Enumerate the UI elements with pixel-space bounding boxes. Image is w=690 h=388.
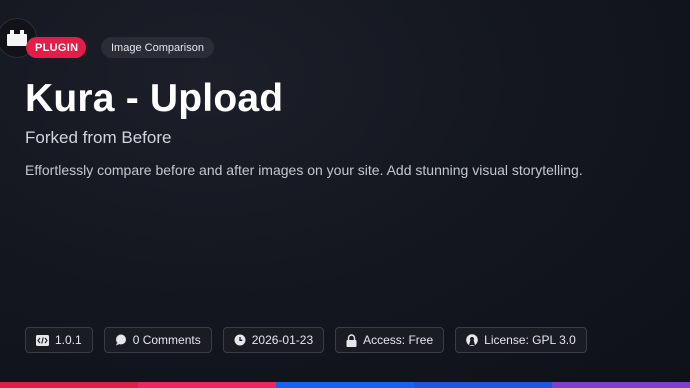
plugin-type-badge: PLUGIN: [26, 37, 87, 58]
access-label: Access: Free: [363, 333, 434, 347]
bar-segment: [138, 382, 276, 388]
page-title: Kura - Upload: [25, 77, 284, 120]
license-chip: License: GPL 3.0: [455, 327, 587, 353]
bar-segment: [552, 382, 690, 388]
version-chip: 1.0.1: [25, 327, 93, 353]
forked-from-subtitle: Forked from Before: [25, 128, 172, 147]
date-label: 2026-01-23: [251, 333, 314, 347]
bar-segment: [0, 382, 138, 388]
plugin-description: Effortlessly compare before and after im…: [25, 162, 583, 178]
clock-icon: [234, 334, 246, 346]
comment-icon: [115, 334, 127, 346]
category-badge[interactable]: Image Comparison: [101, 37, 214, 58]
access-chip: Access: Free: [335, 327, 445, 353]
bar-segment: [276, 382, 414, 388]
comments-label: 0 Comments: [132, 333, 201, 347]
license-label: License: GPL 3.0: [484, 333, 576, 347]
code-icon: [36, 334, 49, 346]
comments-chip[interactable]: 0 Comments: [103, 327, 212, 353]
bottom-color-bar: [0, 382, 690, 388]
lock-icon: [346, 333, 357, 347]
date-chip: 2026-01-23: [222, 327, 325, 353]
meta-chips: 1.0.1 0 Comments 2026-01-23 Access: Free…: [25, 327, 587, 353]
bar-segment: [414, 382, 552, 388]
open-source-icon: [466, 334, 478, 346]
version-label: 1.0.1: [55, 333, 82, 347]
